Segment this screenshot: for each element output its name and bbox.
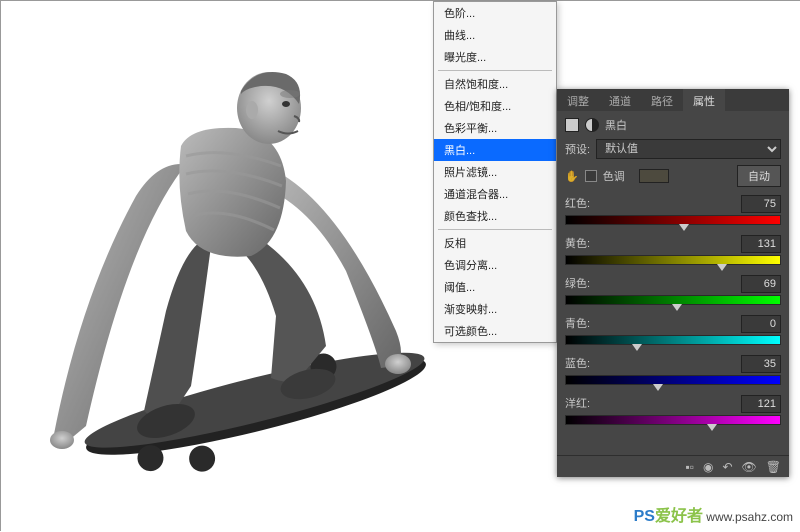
auto-button[interactable]: 自动 [737,165,781,187]
menu-item-posterize[interactable]: 色调分离... [434,254,556,276]
tab-channels[interactable]: 通道 [599,89,641,111]
magenta-slider-row: 洋红: [565,395,781,425]
magenta-slider[interactable] [565,415,781,425]
properties-panel: 调整 通道 路径 属性 黑白 预设: 默认值 ✋ 色调 自动 红色: 黄色: 绿色:… [557,89,789,477]
adjustment-name: 黑白 [605,117,627,133]
green-value-input[interactable] [741,275,781,293]
magenta-value-input[interactable] [741,395,781,413]
blue-slider-thumb[interactable] [653,384,663,391]
magenta-label: 洋红: [565,395,590,413]
green-slider-row: 绿色: [565,275,781,305]
menu-item-invert[interactable]: 反相 [434,232,556,254]
delete-icon[interactable]: 🗑 [766,460,781,474]
red-slider-row: 红色: [565,195,781,225]
red-slider-thumb[interactable] [679,224,689,231]
yellow-slider-row: 黄色: [565,235,781,265]
hand-tool-icon[interactable]: ✋ [565,170,579,183]
properties-icon [565,118,579,132]
tint-label: 色调 [603,168,625,184]
red-value-input[interactable] [741,195,781,213]
green-slider[interactable] [565,295,781,305]
tint-swatch[interactable] [639,169,669,183]
cyan-slider-row: 青色: [565,315,781,345]
menu-separator [438,70,552,71]
menu-item-hue-saturation[interactable]: 色相/饱和度... [434,95,556,117]
menu-separator [438,229,552,230]
blue-slider[interactable] [565,375,781,385]
menu-item-exposure[interactable]: 曝光度... [434,46,556,68]
preset-select[interactable]: 默认值 [596,139,781,159]
red-slider[interactable] [565,215,781,225]
magenta-slider-thumb[interactable] [707,424,717,431]
tab-properties[interactable]: 属性 [683,89,725,111]
menu-item-curves[interactable]: 曲线... [434,24,556,46]
watermark: PS爱好者 www.psahz.com [634,502,793,526]
adjustment-menu: 色阶... 曲线... 曝光度... 自然饱和度... 色相/饱和度... 色彩… [433,1,557,343]
adjustment-header: 黑白 [565,117,781,133]
menu-item-color-lookup[interactable]: 颜色查找... [434,205,556,227]
panel-footer: ▪▫ ◉ ↶ 👁 🗑 [557,455,789,477]
visibility-icon[interactable]: 👁 [742,460,757,474]
menu-item-threshold[interactable]: 阈值... [434,276,556,298]
preset-label: 预设: [565,141,590,157]
blue-value-input[interactable] [741,355,781,373]
green-label: 绿色: [565,275,590,293]
watermark-logo1: PS [634,508,655,525]
black-white-icon [585,118,599,132]
skateboarder-image [26,46,456,486]
yellow-slider-thumb[interactable] [717,264,727,271]
green-slider-thumb[interactable] [672,304,682,311]
menu-item-photo-filter[interactable]: 照片滤镜... [434,161,556,183]
yellow-label: 黄色: [565,235,590,253]
watermark-logo2: 爱好者 [655,508,703,525]
watermark-url: www.psahz.com [706,510,793,524]
tint-checkbox[interactable] [585,170,597,182]
reset-icon[interactable]: ↶ [722,460,732,474]
clip-to-layer-icon[interactable]: ▪▫ [685,460,694,474]
cyan-slider-thumb[interactable] [632,344,642,351]
cyan-value-input[interactable] [741,315,781,333]
menu-item-gradient-map[interactable]: 渐变映射... [434,298,556,320]
red-label: 红色: [565,195,590,213]
yellow-slider[interactable] [565,255,781,265]
panel-tabs: 调整 通道 路径 属性 [557,89,789,111]
blue-label: 蓝色: [565,355,590,373]
cyan-label: 青色: [565,315,590,333]
menu-item-levels[interactable]: 色阶... [434,2,556,24]
menu-item-vibrance[interactable]: 自然饱和度... [434,73,556,95]
blue-slider-row: 蓝色: [565,355,781,385]
menu-item-selective-color[interactable]: 可选颜色... [434,320,556,342]
view-previous-icon[interactable]: ◉ [703,460,713,474]
menu-item-channel-mixer[interactable]: 通道混合器... [434,183,556,205]
yellow-value-input[interactable] [741,235,781,253]
cyan-slider[interactable] [565,335,781,345]
tab-paths[interactable]: 路径 [641,89,683,111]
menu-item-color-balance[interactable]: 色彩平衡... [434,117,556,139]
menu-item-black-white[interactable]: 黑白... [434,139,556,161]
tab-adjustments[interactable]: 调整 [557,89,599,111]
